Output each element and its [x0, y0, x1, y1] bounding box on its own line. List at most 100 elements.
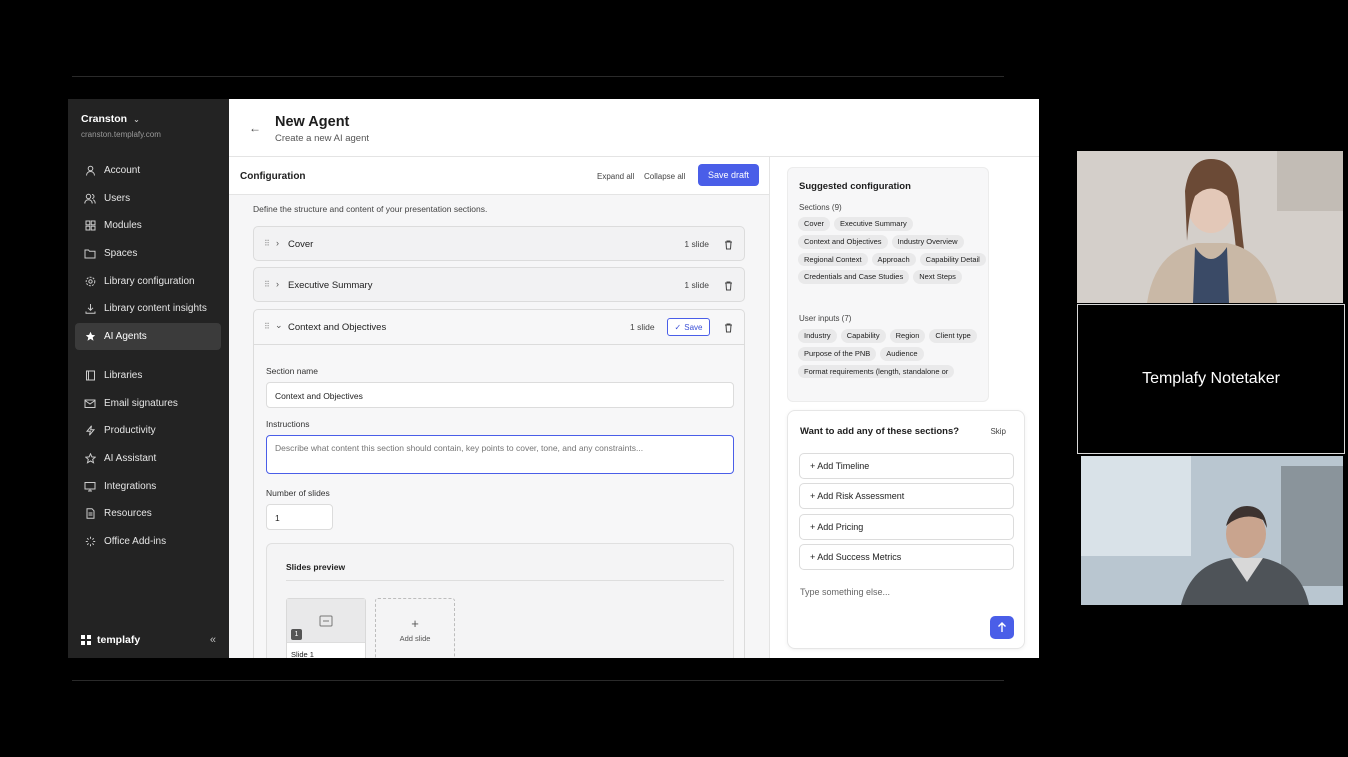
suggestion-chip[interactable]: Approach	[871, 252, 916, 267]
sidebar-item-ai-assistant[interactable]: AI Assistant	[75, 445, 221, 473]
section-card[interactable]: ⠿ › Cover 1 slide	[253, 226, 745, 261]
number-of-slides-input[interactable]: 1	[266, 504, 333, 530]
suggestion-chip[interactable]: Context and Objectives	[798, 234, 888, 249]
sidebar-item-integrations[interactable]: Integrations	[75, 472, 221, 500]
suggestion-chip[interactable]: Executive Summary	[834, 217, 913, 231]
user-icon	[83, 165, 97, 176]
main-content: ← New Agent Create a new AI agent Config…	[229, 99, 1039, 658]
suggestion-chip[interactable]: Client type	[929, 329, 977, 343]
section-header[interactable]: ⠿ ⌄ Context and Objectives 1 slide ✓ Sav…	[254, 310, 744, 345]
add-slide-button[interactable]: + Add slide	[375, 598, 455, 658]
sidebar-item-resources[interactable]: Resources	[75, 500, 221, 528]
add-success-metrics-button[interactable]: + Add Success Metrics	[799, 544, 1014, 570]
add-risk-assessment-button[interactable]: + Add Risk Assessment	[799, 483, 1014, 509]
send-button[interactable]	[990, 616, 1014, 639]
sidebar-item-email-signatures[interactable]: Email signatures	[75, 390, 221, 418]
sidebar-item-label: Office Add-ins	[104, 535, 167, 547]
sidebar-item-label: Library content insights	[104, 303, 207, 315]
notetaker-label: Templafy Notetaker	[1142, 370, 1280, 387]
sidebar-item-spaces[interactable]: Spaces	[75, 240, 221, 268]
expand-all-link[interactable]: Expand all	[597, 172, 634, 181]
section-name-label: Section name	[266, 366, 318, 376]
chat-input[interactable]: Type something else...	[800, 587, 980, 597]
chevron-right-icon[interactable]: ›	[276, 238, 279, 248]
sidebar-item-ai-agents[interactable]: AI Agents	[75, 322, 221, 351]
divider	[72, 76, 1004, 77]
suggestion-chip[interactable]: Audience	[880, 346, 924, 361]
sidebar-item-label: Resources	[104, 508, 152, 520]
sidebar-nav-bottom: Libraries Email signatures Productivity AI …	[75, 362, 221, 555]
sidebar-item-library-configuration[interactable]: Library configuration	[75, 267, 221, 295]
gear-icon	[83, 276, 97, 287]
save-label: Save	[684, 322, 703, 332]
slide-count: 1 slide	[684, 280, 709, 290]
section-card[interactable]: ⠿ › Executive Summary 1 slide	[253, 267, 745, 302]
divider	[72, 680, 1004, 681]
slide-thumbnail[interactable]: 1 Slide 1	[286, 598, 366, 658]
loader-icon	[83, 536, 97, 547]
sidebar-item-account[interactable]: Account	[75, 157, 221, 185]
back-arrow-icon[interactable]: ←	[249, 121, 261, 135]
add-pricing-button[interactable]: + Add Pricing	[799, 514, 1014, 540]
suggestion-chip[interactable]: Capability Detail	[919, 252, 986, 267]
chevron-right-icon[interactable]: ›	[276, 279, 279, 289]
sidebar-item-library-content-insights[interactable]: Library content insights	[75, 295, 221, 323]
suggestion-chip[interactable]: Purpose of the PNB	[798, 346, 877, 361]
suggestion-chip[interactable]: Credentials and Case Studies	[798, 270, 910, 285]
suggestion-chip[interactable]: Region	[889, 329, 926, 343]
suggestion-chip[interactable]: Capability	[840, 329, 886, 343]
collapse-all-link[interactable]: Collapse all	[644, 172, 685, 181]
sidebar-item-label: AI Assistant	[104, 453, 157, 465]
suggestion-chip[interactable]: Industry Overview	[891, 234, 964, 249]
suggested-configuration-card: Suggested configuration Sections (9) Cov…	[787, 167, 989, 402]
slide-count: 1 slide	[630, 322, 655, 332]
sidebar-item-office-add-ins[interactable]: Office Add-ins	[75, 528, 221, 556]
instructions-label: Instructions	[266, 419, 310, 429]
video-tile-notetaker: Templafy Notetaker	[1077, 304, 1345, 454]
suggested-configuration-title: Suggested configuration	[799, 181, 911, 192]
chat-card: Want to add any of these sections? Skip …	[787, 410, 1025, 649]
chevron-down-icon[interactable]: ⌄	[275, 320, 283, 331]
brand-logo: templafy	[81, 634, 140, 646]
star-icon	[83, 331, 97, 342]
app-window: Cranston ⌄ cranston.templafy.com Account…	[68, 99, 1039, 658]
instructions-textarea[interactable]	[266, 435, 734, 474]
skip-link[interactable]: Skip	[990, 427, 1006, 436]
org-switcher[interactable]: Cranston ⌄	[81, 113, 140, 125]
save-section-button[interactable]: ✓ Save	[667, 318, 710, 336]
sidebar-item-modules[interactable]: Modules	[75, 212, 221, 240]
section-name-input[interactable]: Context and Objectives	[266, 382, 734, 408]
page-subtitle: Create a new AI agent	[275, 133, 370, 144]
document-icon	[83, 508, 97, 520]
drag-handle-icon[interactable]: ⠿	[264, 280, 270, 289]
collapse-sidebar-icon[interactable]: «	[210, 634, 216, 646]
sidebar-item-label: Users	[104, 192, 131, 204]
sidebar-item-productivity[interactable]: Productivity	[75, 417, 221, 445]
trash-icon[interactable]	[724, 320, 733, 338]
sidebar-item-label: Account	[104, 165, 141, 177]
grid-icon	[83, 220, 97, 231]
sidebar-item-libraries[interactable]: Libraries	[75, 362, 221, 390]
arrow-up-icon	[998, 622, 1006, 632]
sidebar-item-users[interactable]: Users	[75, 185, 221, 213]
suggestion-chip[interactable]: Industry	[798, 329, 837, 343]
suggestion-chip[interactable]: Next Steps	[913, 270, 962, 285]
trash-icon[interactable]	[724, 237, 733, 255]
suggestion-chip[interactable]: Format requirements (length, standalone …	[798, 364, 955, 379]
section-chips: Cover Executive Summary Context and Object…	[798, 217, 988, 285]
book-icon	[83, 370, 97, 381]
suggestion-chip[interactable]: Cover	[798, 217, 831, 231]
trash-icon[interactable]	[724, 278, 733, 296]
save-draft-button[interactable]: Save draft	[698, 164, 759, 186]
drag-handle-icon[interactable]: ⠿	[264, 239, 270, 248]
add-slide-label: Add slide	[399, 633, 431, 643]
check-icon: ✓	[674, 322, 682, 332]
add-timeline-button[interactable]: + Add Timeline	[799, 453, 1014, 479]
folder-icon	[83, 248, 97, 259]
sidebar-item-label: Libraries	[104, 370, 143, 382]
user-inputs-count-label: User inputs (7)	[799, 314, 852, 323]
slides-preview-title: Slides preview	[286, 562, 346, 572]
sidebar-item-label: Spaces	[104, 248, 138, 260]
suggestion-chip[interactable]: Regional Context	[798, 252, 868, 267]
drag-handle-icon[interactable]: ⠿	[264, 322, 270, 331]
